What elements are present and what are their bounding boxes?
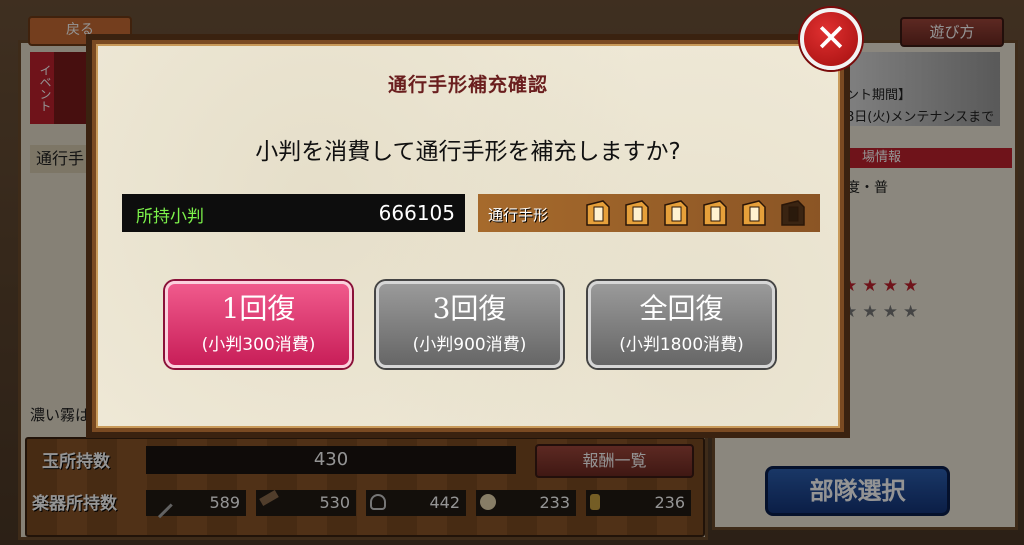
refill-pass-dialog: 通行手形補充確認 小判を消費して通行手形を補充しますか? 所持小判 666105… bbox=[92, 40, 844, 432]
pass-status: 通行手形 bbox=[478, 194, 820, 232]
recover-1-label: 1回復 bbox=[221, 292, 296, 325]
pass-ticket-filled-icon bbox=[700, 199, 730, 227]
pass-label: 通行手形 bbox=[488, 206, 549, 224]
koban-balance: 所持小判 666105 bbox=[122, 194, 465, 232]
dialog-question: 小判を消費して通行手形を補充しますか? bbox=[255, 139, 681, 165]
recover-1-cost: (小判300消費) bbox=[201, 335, 316, 355]
pass-ticket-filled-icon bbox=[622, 199, 652, 227]
recover-all-label: 全回復 bbox=[639, 292, 724, 325]
close-icon: ✕ bbox=[815, 16, 847, 60]
pass-ticket-filled-icon bbox=[739, 199, 769, 227]
pass-ticket-filled-icon bbox=[583, 199, 613, 227]
koban-label: 所持小判 bbox=[136, 207, 204, 227]
recover-1-button[interactable]: 1回復 (小判300消費) bbox=[165, 281, 352, 368]
close-button[interactable]: ✕ bbox=[800, 8, 862, 70]
dialog-title: 通行手形補充確認 bbox=[387, 74, 548, 96]
recover-3-button[interactable]: 3回復 (小判900消費) bbox=[376, 281, 563, 368]
recover-all-cost: (小判1800消費) bbox=[619, 335, 744, 355]
recover-all-button[interactable]: 全回復 (小判1800消費) bbox=[588, 281, 775, 368]
recover-3-cost: (小判900消費) bbox=[412, 335, 527, 355]
recover-3-label: 3回復 bbox=[432, 292, 507, 325]
pass-ticket-empty-icon bbox=[778, 199, 808, 227]
pass-ticket-filled-icon bbox=[661, 199, 691, 227]
koban-value: 666105 bbox=[378, 201, 455, 225]
